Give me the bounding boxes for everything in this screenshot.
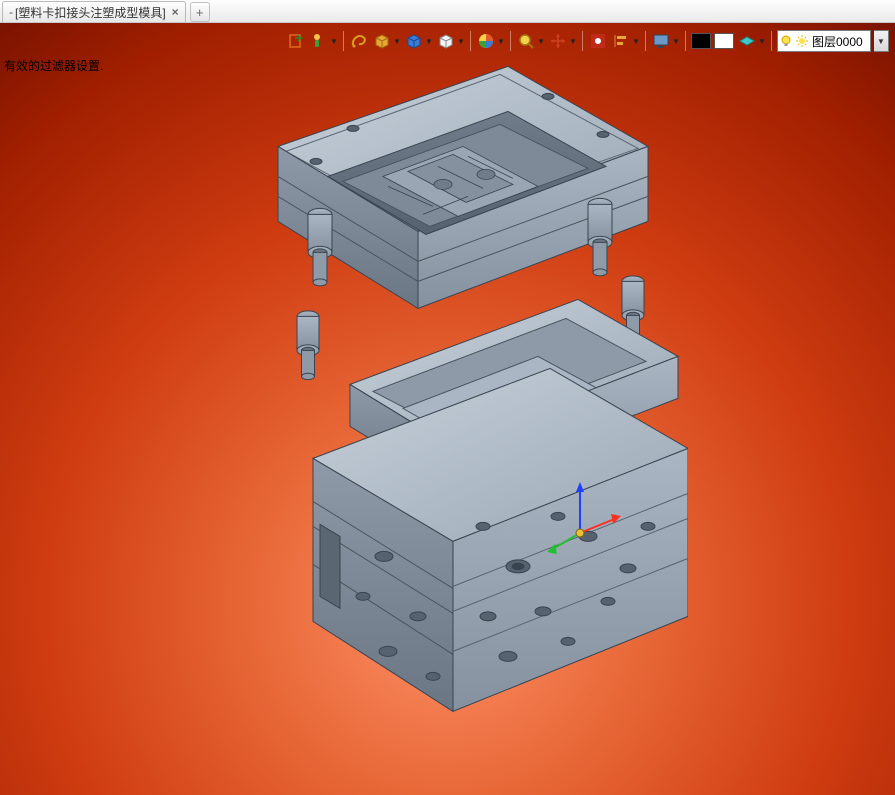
move-handle-icon — [548, 31, 568, 51]
tab-close-icon[interactable]: × — [172, 5, 179, 19]
toolbar-separator — [470, 31, 471, 51]
chevron-down-icon: ▼ — [537, 37, 545, 46]
chevron-down-icon: ▼ — [569, 37, 577, 46]
chevron-down-icon: ▼ — [632, 37, 640, 46]
paint-brush-icon — [309, 31, 329, 51]
view-box-gold-dropdown[interactable]: ▼ — [372, 31, 401, 51]
swatches-icon — [476, 31, 496, 51]
layer-label: 图层0000 — [812, 33, 863, 50]
plus-icon: + — [196, 6, 204, 19]
chevron-down-icon: ▼ — [457, 37, 465, 46]
chevron-down-icon: ▼ — [672, 37, 680, 46]
monitor-icon — [651, 31, 671, 51]
toolbar-separator — [685, 31, 686, 51]
tab-title: [塑料卡扣接头注塑成型模具] — [15, 4, 166, 21]
chevron-down-icon: ▼ — [497, 37, 505, 46]
align-left-dropdown[interactable]: ▼ — [611, 31, 640, 51]
monitor-dropdown[interactable]: ▼ — [651, 31, 680, 51]
swatch-white[interactable] — [714, 33, 734, 49]
chevron-down-icon: ▼ — [330, 37, 338, 46]
magnifier-dropdown[interactable]: ▼ — [516, 31, 545, 51]
layer-slab-dropdown[interactable]: ▼ — [737, 31, 766, 51]
chevron-down-icon: ▼ — [758, 37, 766, 46]
layer-dropdown-button[interactable]: ▼ — [874, 30, 889, 52]
view-box-blue-icon — [404, 31, 424, 51]
swatches-dropdown[interactable]: ▼ — [476, 31, 505, 51]
chevron-down-icon: ▼ — [425, 37, 433, 46]
mold-model — [208, 56, 688, 736]
view-box-white-dropdown[interactable]: ▼ — [436, 31, 465, 51]
document-tab[interactable]: - [塑料卡扣接头注塑成型模具] × — [2, 1, 186, 22]
align-left-icon — [611, 31, 631, 51]
layer-selector[interactable]: 图层0000 — [777, 30, 871, 52]
move-handle-dropdown[interactable]: ▼ — [548, 31, 577, 51]
view-box-white-icon — [436, 31, 456, 51]
magnifier-icon — [516, 31, 536, 51]
toolbar-separator — [645, 31, 646, 51]
toolbar-separator — [510, 31, 511, 51]
tab-prefix: - — [9, 5, 13, 19]
swatch-black[interactable] — [691, 33, 711, 49]
toolbar-separator — [771, 31, 772, 51]
record-icon[interactable] — [588, 31, 608, 51]
view-toolbar: ▼ ▼ ▼ ▼ ▼ — [286, 29, 889, 53]
work-area: ▼ ▼ ▼ ▼ ▼ — [0, 23, 895, 795]
new-tab-button[interactable]: + — [190, 2, 210, 22]
view-box-blue-dropdown[interactable]: ▼ — [404, 31, 433, 51]
filter-status-text: 有效的过滤器设置. — [4, 57, 103, 74]
chevron-down-icon: ▼ — [393, 37, 401, 46]
import-icon[interactable] — [286, 31, 306, 51]
toolbar-separator — [582, 31, 583, 51]
sun-icon — [796, 35, 808, 47]
view-box-gold-icon — [372, 31, 392, 51]
tab-bar: - [塑料卡扣接头注塑成型模具] × + — [0, 0, 895, 23]
layer-slab-icon — [737, 31, 757, 51]
paint-brush-dropdown[interactable]: ▼ — [309, 31, 338, 51]
toolbar-separator — [343, 31, 344, 51]
lasso-icon[interactable] — [349, 31, 369, 51]
lightbulb-icon — [780, 35, 792, 47]
3d-viewport[interactable]: 有效的过滤器设置. — [0, 23, 895, 795]
